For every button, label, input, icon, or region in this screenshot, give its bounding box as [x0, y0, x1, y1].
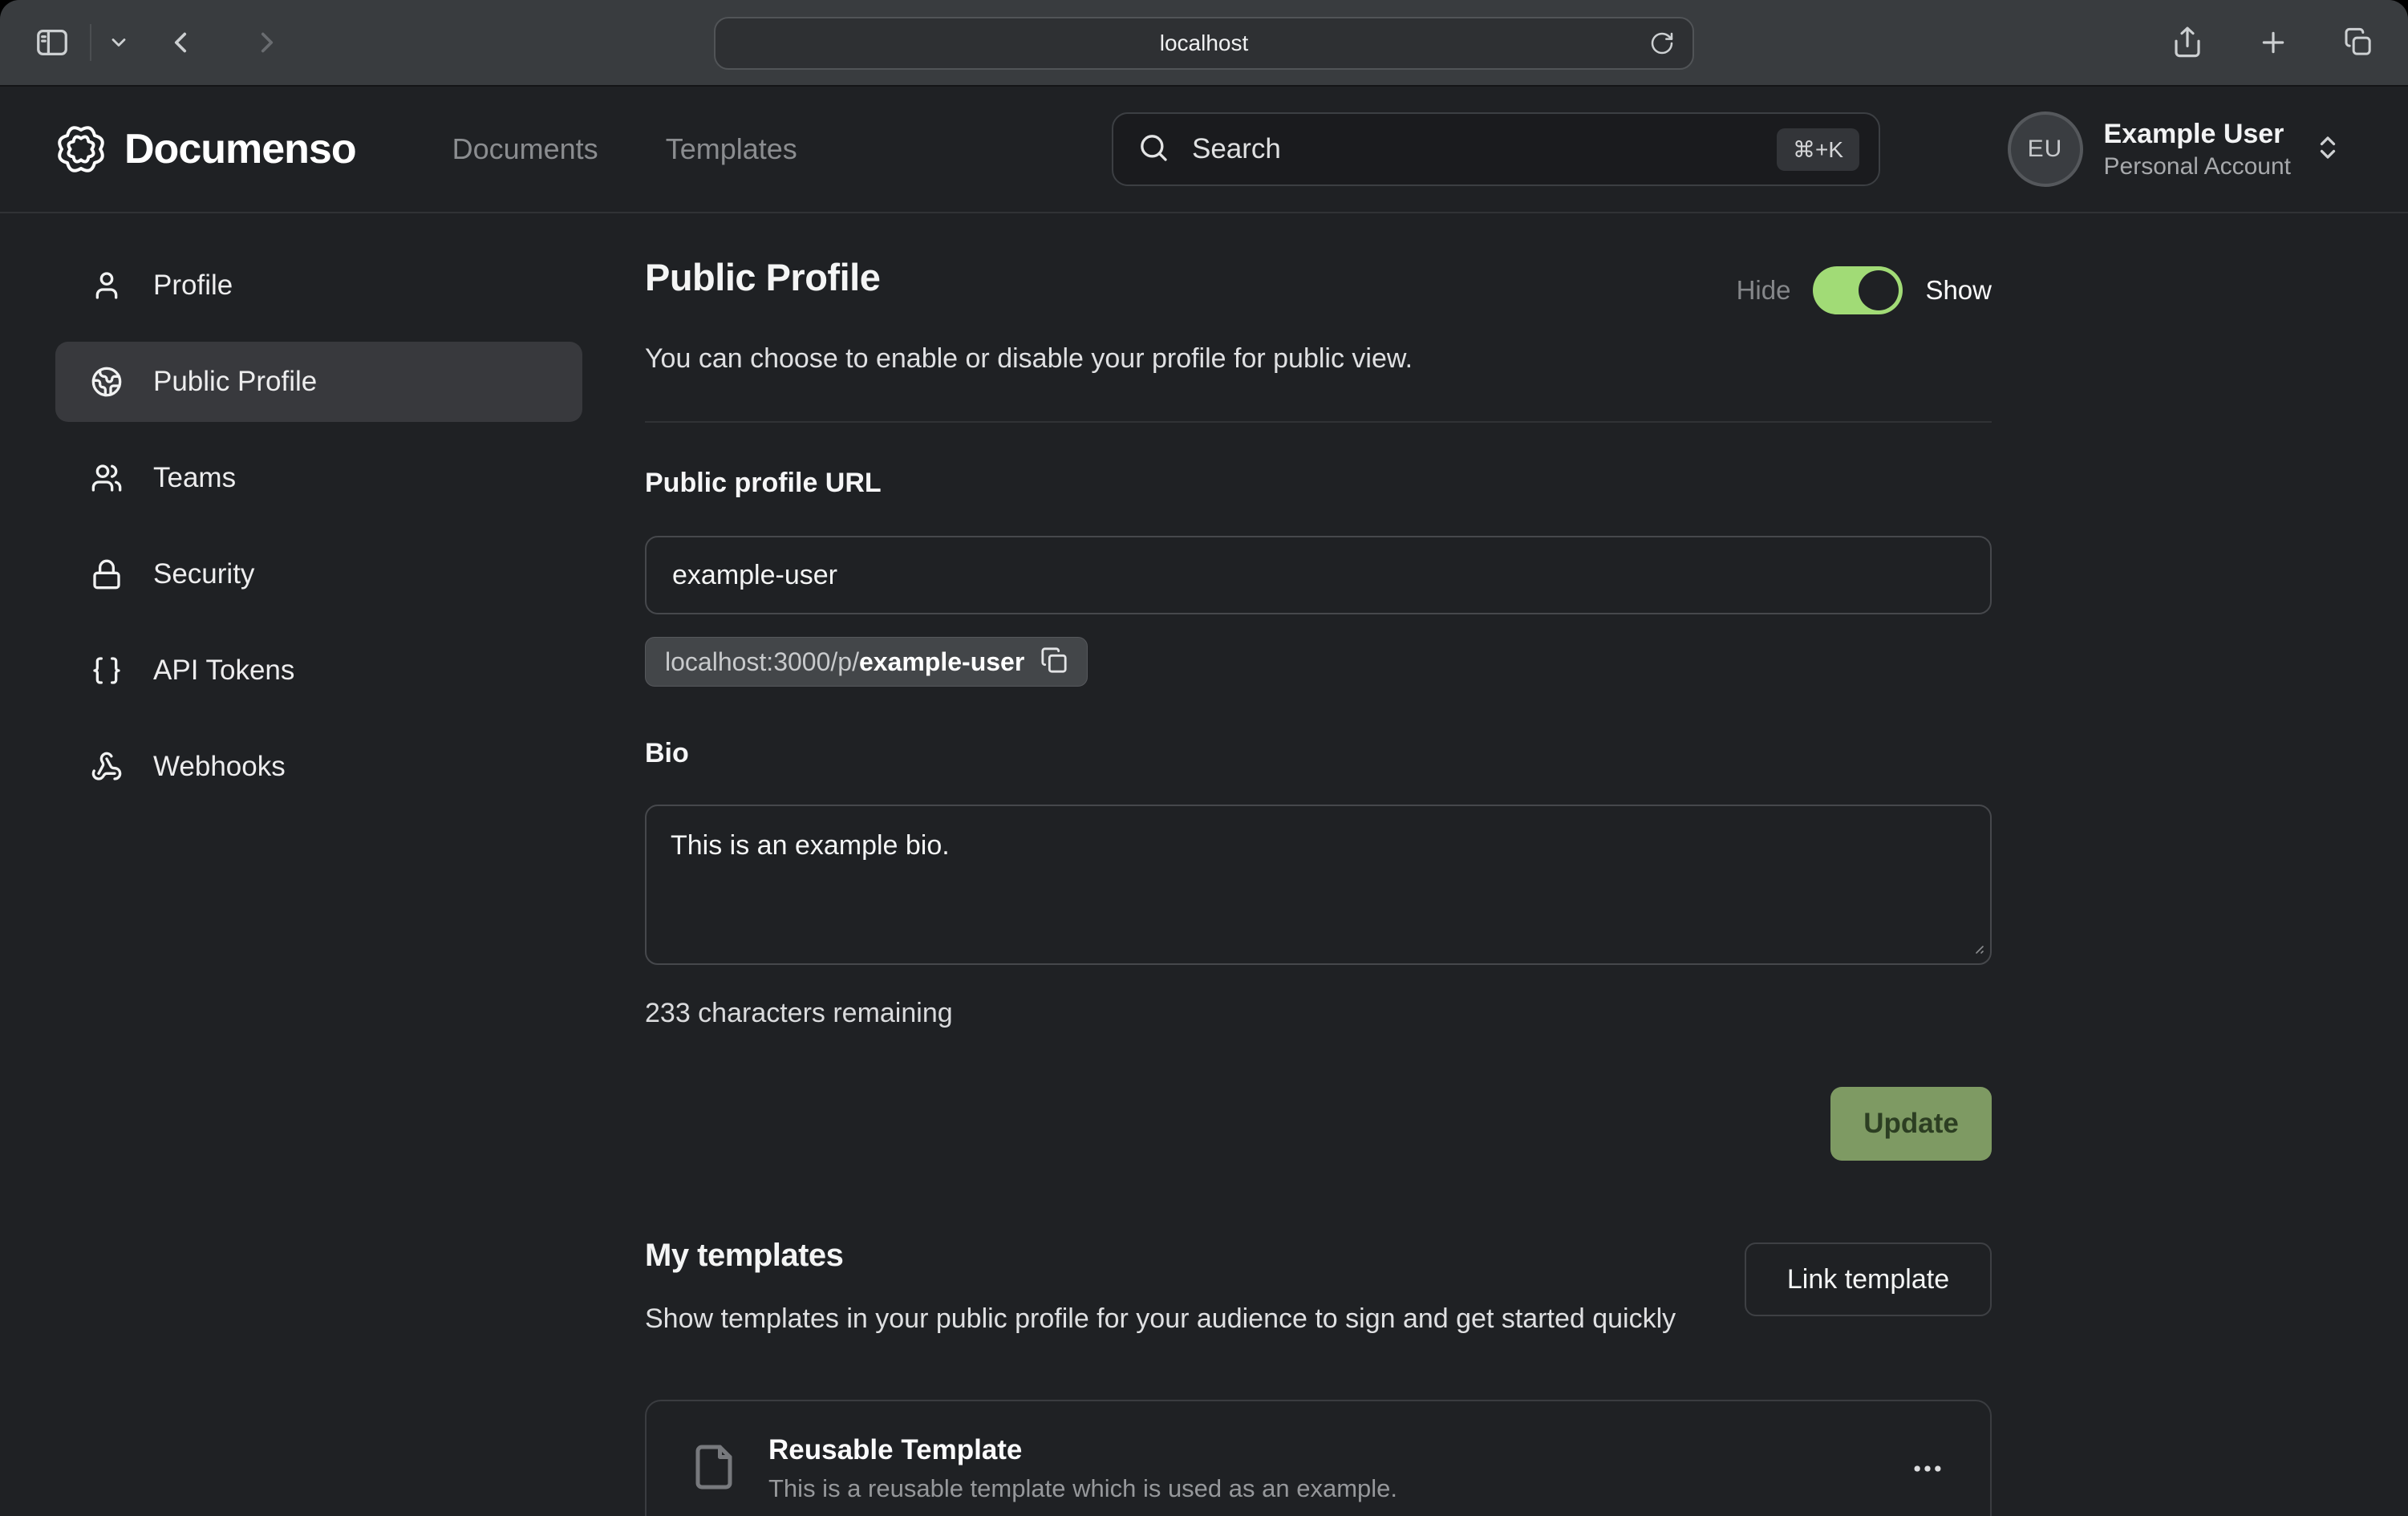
chevrons-up-down-icon	[2313, 133, 2342, 166]
sidebar-toggle-icon[interactable]	[34, 24, 71, 61]
template-menu-ellipsis-icon[interactable]	[1910, 1451, 1945, 1486]
sidebar-item-teams[interactable]: Teams	[55, 438, 582, 518]
globe-icon	[91, 366, 123, 398]
file-icon	[690, 1443, 738, 1495]
sidebar-item-profile[interactable]: Profile	[55, 245, 582, 326]
profile-url-slug: example-user	[859, 647, 1024, 676]
new-tab-icon[interactable]	[2257, 26, 2289, 59]
bio-textarea[interactable]: This is an example bio.	[645, 805, 1992, 965]
tab-group-chevron-icon[interactable]	[107, 31, 130, 54]
user-icon	[91, 270, 123, 302]
profile-url-input[interactable]	[645, 536, 1992, 614]
update-button[interactable]: Update	[1830, 1087, 1992, 1161]
toolbar-divider	[90, 24, 91, 61]
resize-handle-icon[interactable]	[1966, 936, 1985, 959]
toggle-hide-label: Hide	[1737, 275, 1791, 306]
profile-visibility-toggle-group: Hide Show	[1737, 266, 1992, 314]
sidebar-item-label: Public Profile	[153, 366, 317, 398]
browser-toolbar: localhost	[0, 0, 2408, 87]
characters-remaining: 233 characters remaining	[645, 998, 1992, 1029]
my-templates-title: My templates	[645, 1238, 1676, 1274]
page-title: Public Profile	[645, 255, 880, 299]
profile-url-chip[interactable]: localhost:3000/p/example-user	[645, 637, 1088, 687]
browser-window: localhost Documenso Doc	[0, 0, 2408, 1516]
settings-sidebar: Profile Public Profile Teams Security	[0, 213, 645, 1516]
link-template-button[interactable]: Link template	[1745, 1242, 1992, 1316]
braces-icon	[91, 655, 123, 687]
search-placeholder: Search	[1192, 133, 1777, 165]
share-icon[interactable]	[2171, 26, 2204, 59]
search-shortcut-badge: ⌘+K	[1777, 128, 1859, 171]
search-icon	[1137, 132, 1170, 168]
lock-icon	[91, 558, 123, 590]
forward-icon[interactable]	[250, 26, 284, 59]
sidebar-item-label: Security	[153, 558, 254, 590]
sidebar-item-label: Profile	[153, 270, 233, 302]
sidebar-item-label: API Tokens	[153, 655, 294, 687]
documenso-logo[interactable]: Documenso	[55, 124, 356, 175]
user-name: Example User	[2104, 120, 2291, 148]
sidebar-item-security[interactable]: Security	[55, 534, 582, 614]
template-card: Reusable Template This is a reusable tem…	[645, 1400, 1992, 1516]
sidebar-item-api-tokens[interactable]: API Tokens	[55, 630, 582, 711]
tab-overview-icon[interactable]	[2342, 26, 2374, 59]
my-templates-subtitle: Show templates in your public profile fo…	[645, 1299, 1676, 1339]
avatar: EU	[2008, 111, 2083, 187]
bio-label: Bio	[645, 738, 1992, 769]
account-menu[interactable]: EU Example User Personal Account	[2008, 111, 2342, 187]
switch-knob	[1859, 270, 1899, 310]
documenso-seal-icon	[55, 124, 107, 175]
copy-icon[interactable]	[1040, 647, 1068, 678]
reload-icon[interactable]	[1649, 30, 1675, 56]
sidebar-item-webhooks[interactable]: Webhooks	[55, 727, 582, 807]
address-bar[interactable]: localhost	[714, 17, 1694, 70]
toggle-show-label: Show	[1925, 275, 1992, 306]
nav-templates[interactable]: Templates	[666, 132, 797, 166]
page-subtitle: You can choose to enable or disable your…	[645, 343, 1992, 375]
profile-url-base: localhost:3000/p/	[665, 647, 859, 676]
app-header: Documenso Documents Templates Search ⌘+K…	[0, 87, 2408, 213]
sidebar-item-public-profile[interactable]: Public Profile	[55, 342, 582, 422]
back-icon[interactable]	[164, 26, 197, 59]
top-nav: Documents Templates	[452, 132, 797, 166]
sidebar-item-label: Webhooks	[153, 751, 286, 783]
section-divider	[645, 421, 1992, 423]
address-bar-url: localhost	[1160, 30, 1249, 56]
profile-visibility-switch[interactable]	[1813, 266, 1903, 314]
sidebar-item-label: Teams	[153, 462, 236, 494]
account-type: Personal Account	[2104, 155, 2291, 179]
template-name: Reusable Template	[768, 1434, 1397, 1466]
users-icon	[91, 462, 123, 494]
search-input[interactable]: Search ⌘+K	[1112, 112, 1880, 186]
nav-documents[interactable]: Documents	[452, 132, 598, 166]
webhook-icon	[91, 751, 123, 783]
brand-name: Documenso	[124, 125, 356, 173]
public-profile-settings: Public Profile Hide Show You can choose …	[645, 213, 1992, 1516]
profile-url-label: Public profile URL	[645, 468, 1992, 499]
profile-url-text: localhost:3000/p/example-user	[665, 647, 1024, 677]
template-description: This is a reusable template which is use…	[768, 1474, 1397, 1503]
